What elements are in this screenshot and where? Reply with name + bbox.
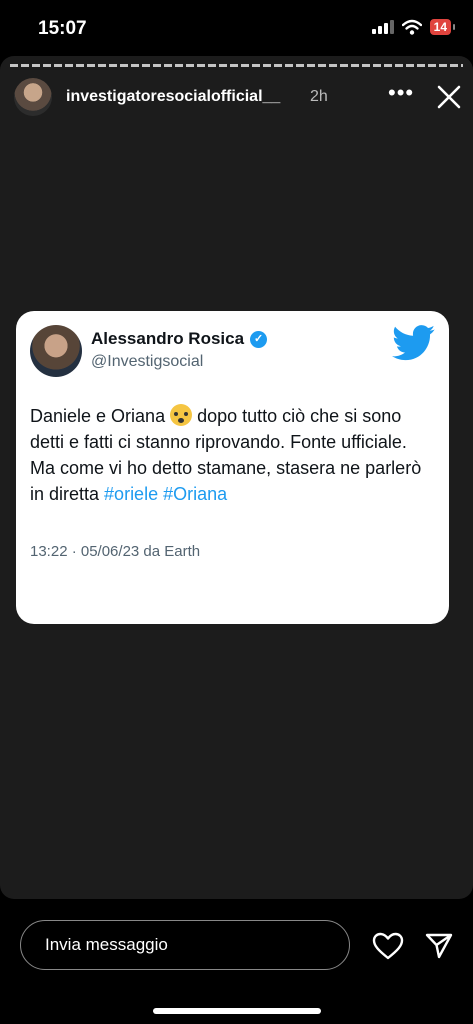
more-icon[interactable]: ••• [388, 80, 414, 106]
status-bar: 15:07 14 [0, 0, 473, 56]
tweet-text-part1: Daniele e Oriana [30, 406, 171, 426]
status-icons: 14 [371, 19, 456, 35]
verified-icon: ✓ [250, 330, 268, 348]
avatar[interactable] [14, 78, 52, 116]
twitter-bird-icon [392, 325, 435, 361]
signal-icon [371, 20, 394, 34]
close-icon[interactable] [434, 82, 464, 112]
wifi-icon [401, 19, 422, 35]
send-icon[interactable] [424, 932, 454, 960]
tweet-card[interactable]: Alessandro Rosica ✓ @Investigsocial Dani… [16, 311, 449, 624]
story-username[interactable]: investigatoresocialofficial__ [66, 88, 280, 106]
home-indicator[interactable] [153, 1008, 321, 1014]
status-time: 15:07 [38, 18, 87, 39]
story-view[interactable]: investigatoresocialofficial__ 2h ••• Ale… [0, 56, 473, 899]
tweet-avatar [30, 325, 82, 377]
reply-bar [0, 899, 473, 1024]
battery-icon: 14 [429, 19, 456, 35]
tweet-timestamp: 13:22 · 05/06/23 da Earth [30, 543, 201, 560]
tweet-text: Daniele e Oriana dopo tutto ciò che si s… [30, 403, 435, 507]
heart-icon[interactable] [372, 932, 404, 960]
hashtag-link[interactable]: #Oriana [163, 484, 227, 504]
tweet-author: Alessandro Rosica ✓ [91, 329, 268, 349]
story-progress-bar [10, 64, 463, 67]
story-time: 2h [310, 88, 328, 105]
hashtag-link[interactable]: #oriele [104, 484, 158, 504]
tweet-handle: @Investigsocial [91, 353, 204, 370]
fearful-face-emoji-icon [170, 404, 193, 426]
tweet-author-name: Alessandro Rosica [91, 329, 245, 348]
message-input[interactable] [20, 920, 350, 970]
story-header: investigatoresocialofficial__ 2h ••• [14, 78, 464, 118]
